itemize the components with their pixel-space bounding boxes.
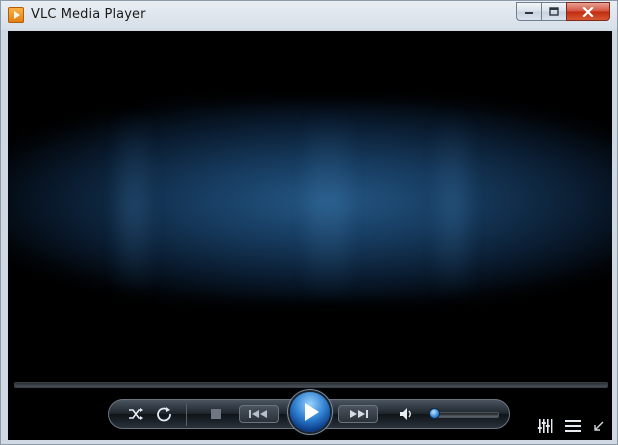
stop-icon xyxy=(211,409,221,419)
repeat-icon xyxy=(157,407,171,422)
playlist-button[interactable] xyxy=(563,416,583,436)
close-icon xyxy=(582,6,594,17)
shuffle-button[interactable] xyxy=(125,404,147,424)
video-area[interactable] xyxy=(8,31,612,371)
control-separator xyxy=(186,404,187,426)
title-bar[interactable]: VLC Media Player xyxy=(1,1,617,29)
visualization-streak xyxy=(118,111,148,301)
vlc-window: VLC Media Player xyxy=(0,0,618,445)
close-button[interactable] xyxy=(566,2,610,21)
mute-button[interactable] xyxy=(397,404,415,424)
maximize-button[interactable] xyxy=(541,2,566,21)
skip-previous-icon xyxy=(249,410,267,418)
caption-buttons xyxy=(516,2,610,21)
previous-button[interactable] xyxy=(239,405,279,423)
volume-slider[interactable] xyxy=(431,412,499,418)
fullscreen-button[interactable] xyxy=(591,418,607,434)
seek-bar[interactable] xyxy=(14,382,608,388)
play-button[interactable] xyxy=(290,392,330,432)
equalizer-icon xyxy=(537,419,553,433)
window-title: VLC Media Player xyxy=(31,7,146,22)
shuffle-icon xyxy=(129,408,143,420)
resize-icon xyxy=(594,421,604,431)
equalizer-button[interactable] xyxy=(535,416,555,436)
minimize-icon xyxy=(525,11,533,14)
skip-next-icon xyxy=(350,410,368,418)
playlist-icon xyxy=(565,420,581,432)
volume-slider-knob[interactable] xyxy=(428,408,440,419)
minimize-button[interactable] xyxy=(516,2,541,21)
maximize-icon xyxy=(549,7,559,16)
play-icon xyxy=(305,403,319,421)
speaker-icon xyxy=(400,408,411,420)
stop-button[interactable] xyxy=(206,404,226,424)
vlc-cone-icon[interactable] xyxy=(8,7,24,23)
next-button[interactable] xyxy=(338,405,378,423)
visualization-streak xyxy=(438,111,468,301)
repeat-button[interactable] xyxy=(154,404,174,424)
visualization-streak xyxy=(308,111,348,301)
